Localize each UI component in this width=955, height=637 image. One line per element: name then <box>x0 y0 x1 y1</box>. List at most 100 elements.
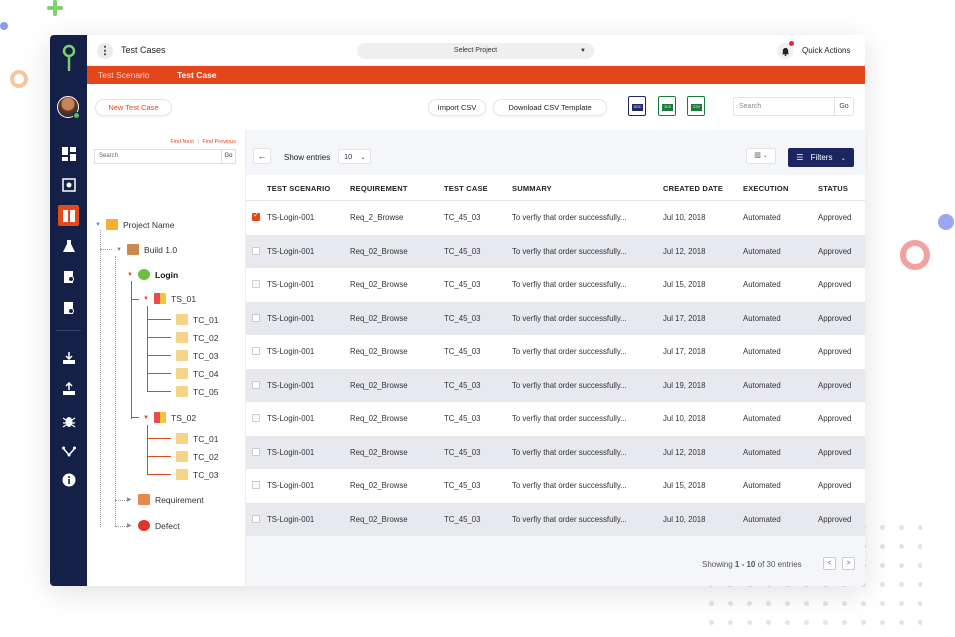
row-checkbox[interactable] <box>252 280 260 288</box>
row-checkbox[interactable] <box>252 246 260 255</box>
tree-node-label: TC_02 <box>193 332 219 343</box>
new-test-case-button[interactable]: New Test Case <box>95 99 172 116</box>
table-row[interactable]: TS-Login-001 Req_02_Browse TC_45_03 To verf… <box>246 301 865 335</box>
row-checkbox[interactable] <box>252 380 260 389</box>
lab-flask-icon[interactable] <box>58 235 79 256</box>
cell-summary: To verfiy that order successfully... <box>512 414 627 423</box>
column-header[interactable]: TEST CASE <box>444 184 488 193</box>
info-icon[interactable] <box>58 469 79 490</box>
import-csv-button[interactable]: Import CSV <box>428 99 486 116</box>
column-header[interactable]: REQUIREMENT <box>350 184 408 193</box>
find-separator: | <box>197 139 199 145</box>
entries-select[interactable]: 10 ⌄ <box>338 149 371 164</box>
cell-test-case: TC_45_03 <box>444 313 481 323</box>
tree-node-login[interactable]: ▼ Login <box>127 269 178 280</box>
tree-node-defect[interactable]: ▶ Defect <box>127 520 180 531</box>
tree-node-testcase[interactable]: TC_02 <box>173 332 219 343</box>
csv-file-icon[interactable]: CSV <box>687 96 705 116</box>
tree-search-placeholder: Search <box>99 153 119 159</box>
document-search-icon[interactable] <box>58 266 79 287</box>
tree-node-testcase[interactable]: TC_03 <box>173 469 219 480</box>
find-next-link[interactable]: Find Next <box>170 139 194 145</box>
project-select[interactable]: Select Project ▼ <box>357 43 594 59</box>
tree-node-testcase[interactable]: TC_02 <box>173 451 219 462</box>
tab-test-scenario[interactable]: Test Scenario <box>98 70 150 80</box>
row-checkbox[interactable] <box>252 481 260 489</box>
table-row[interactable]: TS-Login-001 Req_02_Browse TC_45_03 To verf… <box>246 502 865 536</box>
row-checkbox[interactable] <box>252 514 260 523</box>
more-options-icon[interactable]: ⋮ <box>97 43 113 59</box>
inbox-upload-icon[interactable] <box>58 378 79 399</box>
tree-node-label: Project Name <box>123 219 175 230</box>
doc-file-icon[interactable]: DOC <box>628 96 646 116</box>
cell-execution: Automated <box>743 280 781 289</box>
tree-line-active <box>147 438 171 439</box>
cell-execution: Automated <box>743 380 781 390</box>
tree-node-testcase[interactable]: TC_03 <box>173 350 219 361</box>
column-header[interactable]: TEST SCENARIO <box>267 184 330 193</box>
document-settings-icon[interactable] <box>58 297 79 318</box>
search-input[interactable]: Search Go <box>733 97 854 116</box>
quick-actions-link[interactable]: Quick Actions <box>802 46 850 55</box>
tree-node-ts02[interactable]: ▼ TS_02 <box>143 412 196 423</box>
test-plan-icon[interactable] <box>58 174 79 195</box>
filters-button[interactable]: ☰ Filters ⌄ <box>788 148 854 167</box>
column-header[interactable]: SUMMARY <box>512 184 552 193</box>
pager-total: of 30 entries <box>757 560 802 569</box>
table-row[interactable]: TS-Login-001 Req_02_Browse TC_45_03 To verf… <box>246 368 865 402</box>
tree-node-build[interactable]: ▼ Build 1.0 <box>116 244 177 255</box>
tree-node-requirement[interactable]: ▶ Requirement <box>127 494 204 505</box>
table-row[interactable]: TS-Login-001 Req_02_Browse TC_45_03 To verf… <box>246 402 865 436</box>
tree-node-testcase[interactable]: TC_01 <box>173 433 219 444</box>
tab-test-case[interactable]: Test Case <box>177 70 217 80</box>
cell-summary: To verfiy that order successfully... <box>512 246 627 256</box>
download-csv-template-button[interactable]: Download CSV Template <box>493 99 607 116</box>
find-previous-link[interactable]: Find Previous <box>202 139 236 145</box>
tree-search-go-button[interactable]: Go <box>221 150 235 163</box>
cell-created: Jul 10, 2018 <box>663 514 706 524</box>
cell-execution: Automated <box>743 246 781 256</box>
tree-node-testcase[interactable]: TC_01 <box>173 314 219 325</box>
tree-node-ts01[interactable]: ▼ TS_01 <box>143 293 196 304</box>
tree-search-input[interactable]: Search Go <box>94 149 236 164</box>
row-checkbox[interactable] <box>252 347 260 355</box>
inbox-download-icon[interactable] <box>58 347 79 368</box>
column-toggle-button[interactable]: ▥ ⌄ <box>746 148 776 164</box>
column-header[interactable]: EXECUTION <box>743 184 789 193</box>
prev-page-button[interactable]: < <box>823 557 836 570</box>
next-page-button[interactable]: > <box>842 557 855 570</box>
table-row[interactable]: TS-Login-001 Req_02_Browse TC_45_03 To verf… <box>246 234 865 268</box>
pager-range: 1 - 10 <box>734 560 756 569</box>
search-go-button[interactable]: Go <box>834 98 853 115</box>
table-row[interactable]: TS-Login-001 Req_02_Browse TC_45_03 To verf… <box>246 435 865 469</box>
column-header[interactable]: CREATED DATE <box>663 184 723 193</box>
xls-file-icon[interactable]: XLS <box>658 96 676 116</box>
table-row[interactable]: TS-Login-001 Req_02_Browse TC_45_03 To verf… <box>246 469 865 503</box>
table-row[interactable]: TS-Login-001 Req_02_Browse TC_45_03 To verf… <box>246 335 865 369</box>
bug-icon[interactable] <box>58 410 79 431</box>
cell-created: Jul 10, 2018 <box>663 213 706 222</box>
table-row[interactable]: TS-Login-001 Req_2_Browse TC_45_03 To verfi… <box>246 201 865 235</box>
table-row[interactable]: TS-Login-001 Req_02_Browse TC_45_03 To verf… <box>246 268 865 302</box>
cell-created: Jul 17, 2018 <box>663 347 706 356</box>
back-arrow-icon[interactable]: ← <box>253 148 271 164</box>
test-cases-icon[interactable] <box>58 205 79 226</box>
test-case-icon <box>176 332 188 343</box>
column-header[interactable]: STATUS <box>818 184 848 193</box>
chevron-down-icon: ⌄ <box>360 155 366 161</box>
notification-badge <box>789 41 794 46</box>
tree-node-testcase[interactable]: TC_05 <box>173 386 219 397</box>
doc-file-label: DOC <box>632 104 643 111</box>
tree-node-testcase[interactable]: TC_04 <box>173 368 219 379</box>
tree-node-label: TC_05 <box>193 386 219 397</box>
row-checkbox[interactable] <box>252 414 260 422</box>
row-checkbox[interactable] <box>252 447 260 456</box>
cell-scenario: TS-Login-001 <box>267 514 315 524</box>
workflow-icon[interactable] <box>58 440 79 461</box>
tree-line-active <box>147 355 171 356</box>
row-checkbox[interactable] <box>252 211 260 221</box>
row-checkbox[interactable] <box>252 313 260 322</box>
dashboard-icon[interactable] <box>58 143 79 164</box>
tree-node-label: TC_02 <box>193 451 219 462</box>
tree-node-project[interactable]: ▼ Project Name <box>95 219 175 230</box>
